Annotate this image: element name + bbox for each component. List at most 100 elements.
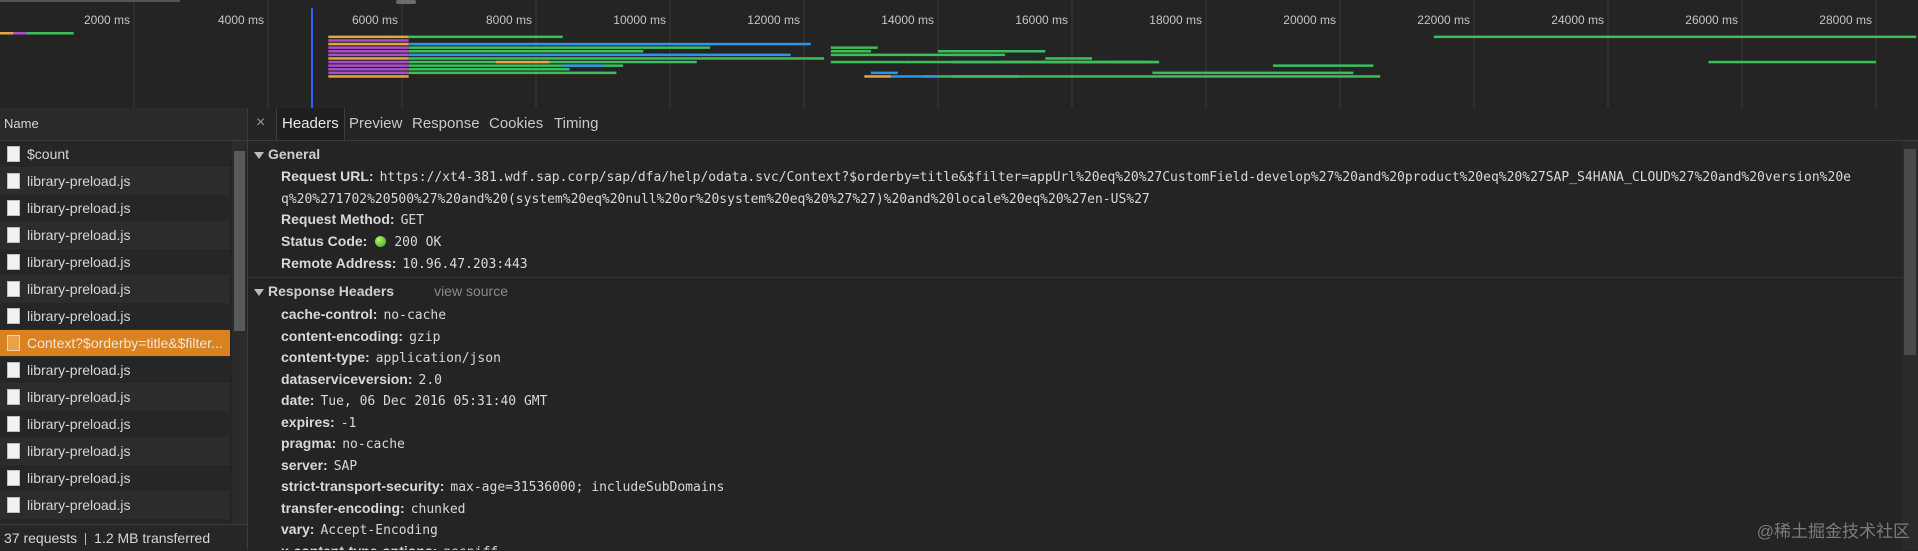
file-icon	[7, 200, 20, 216]
request-row[interactable]: library-preload.js	[0, 438, 230, 465]
request-list-scrollbar[interactable]	[232, 141, 247, 531]
tab-timing[interactable]: Timing	[554, 108, 598, 140]
watermark: @稀土掘金技术社区	[1756, 522, 1910, 541]
general-section-toggle[interactable]: General	[254, 146, 320, 162]
timeline-request-bar	[495, 60, 550, 64]
request-url-value: https://xt4-381.wdf.sap.corp/sap/dfa/hel…	[281, 170, 1851, 207]
timeline-request-bar	[1152, 71, 1354, 75]
request-list: $count library-preload.js library-preload.…	[0, 141, 230, 531]
tab-preview[interactable]: Preview	[349, 108, 402, 140]
timeline-request-bar	[864, 75, 892, 78]
timeline-request-bar	[891, 75, 938, 78]
response-header-row: dataserviceversion: 2.0	[281, 371, 442, 388]
request-row[interactable]: library-preload.js	[0, 384, 230, 411]
request-row[interactable]: library-preload.js	[0, 222, 230, 249]
close-icon[interactable]: ×	[256, 114, 265, 132]
request-row[interactable]: $count	[0, 141, 230, 168]
tab-cookies[interactable]: Cookies	[489, 108, 543, 140]
tab-response[interactable]: Response	[412, 108, 480, 140]
header-value: no-cache	[383, 308, 447, 323]
timeline-request-bar	[328, 71, 409, 75]
request-row[interactable]: library-preload.js	[0, 357, 230, 384]
request-row[interactable]: Context?$orderby=title&$filter...	[0, 330, 230, 357]
timeline-request-bar	[830, 60, 912, 64]
detail-scrollbar[interactable]	[1902, 141, 1918, 550]
request-row[interactable]: library-preload.js	[0, 276, 230, 303]
headers-content: General Request URL: https://xt4-381.wdf.…	[248, 141, 1902, 550]
header-name: dataserviceversion:	[281, 370, 413, 387]
timeline-request-bar	[328, 75, 409, 78]
section-divider	[248, 277, 1902, 278]
file-icon	[7, 281, 20, 297]
request-name: library-preload.js	[27, 200, 131, 216]
request-count: 37 requests	[4, 530, 78, 546]
tab-headers[interactable]: Headers	[276, 108, 345, 140]
timeline-tick-label: 14000 ms	[881, 13, 934, 27]
timeline-request-bar	[830, 50, 871, 53]
timeline-request-bar	[408, 42, 811, 46]
timeline-tick-label: 2000 ms	[84, 13, 130, 27]
timeline-request-bar	[871, 71, 898, 75]
view-source-link[interactable]: view source	[434, 283, 508, 299]
header-value: max-age=31536000; includeSubDomains	[450, 480, 725, 495]
request-list-panel: Name $count library-preload.js library-pre…	[0, 108, 248, 550]
request-name: $count	[27, 146, 70, 162]
response-header-row: vary: Accept-Encoding	[281, 521, 438, 538]
request-detail-panel: × Headers Preview Response Cookies Timin…	[248, 108, 1918, 550]
timeline-request-bar	[562, 64, 603, 67]
response-header-row: server: SAP	[281, 457, 357, 474]
timeline-request-bar	[0, 32, 14, 35]
detail-scrollbar-thumb[interactable]	[1904, 149, 1916, 355]
request-list-scrollbar-thumb[interactable]	[234, 151, 245, 331]
timeline-request-bar	[408, 50, 644, 53]
request-row[interactable]: library-preload.js	[0, 303, 230, 330]
timeline-request-bar	[1273, 64, 1374, 67]
timeline-request-bar	[408, 35, 563, 39]
timeline-request-bar	[408, 68, 570, 71]
request-row[interactable]: library-preload.js	[0, 195, 230, 222]
triangle-down-icon	[254, 288, 264, 296]
general-section-title: General	[268, 146, 321, 162]
remote-address-label: Remote Address:	[281, 255, 397, 271]
response-header-row: x-content-type-options: nosniff	[281, 543, 498, 551]
timeline-handle	[396, 0, 416, 4]
request-name: library-preload.js	[27, 362, 131, 378]
request-row[interactable]: library-preload.js	[0, 492, 230, 519]
timeline-range-bar	[0, 0, 180, 2]
header-value: Tue, 06 Dec 2016 05:31:40 GMT	[320, 394, 548, 409]
request-name: library-preload.js	[27, 497, 131, 513]
response-headers-section-toggle[interactable]: Response Headers view source	[254, 283, 508, 299]
response-header-row: transfer-encoding: chunked	[281, 500, 465, 517]
file-icon	[7, 173, 20, 189]
timeline-tick-label: 6000 ms	[352, 13, 398, 27]
header-name: cache-control:	[281, 306, 378, 322]
request-row[interactable]: library-preload.js	[0, 465, 230, 492]
request-row[interactable]: library-preload.js	[0, 411, 230, 438]
file-icon	[7, 416, 20, 432]
timeline-request-bar	[328, 35, 409, 39]
timeline-overview[interactable]: 2000 ms 4000 ms 6000 ms 8000 ms 10000 ms 1200…	[0, 0, 1918, 109]
timeline-request-bar	[26, 32, 74, 35]
header-name: server:	[281, 456, 328, 473]
request-row[interactable]: library-preload.js	[0, 168, 230, 195]
header-value: gzip	[409, 329, 441, 345]
header-value: -1	[340, 415, 357, 431]
name-column-header[interactable]: Name	[0, 108, 247, 141]
file-icon	[7, 254, 20, 270]
request-name: library-preload.js	[27, 227, 131, 243]
request-row[interactable]: library-preload.js	[0, 249, 230, 276]
transferred-size: 1.2 MB transferred	[94, 530, 211, 546]
request-name: library-preload.js	[27, 281, 131, 297]
file-icon	[7, 443, 20, 459]
header-value: nosniff	[443, 545, 498, 551]
file-icon	[7, 362, 20, 378]
request-url-label: Request URL:	[281, 168, 374, 184]
remote-address-value: 10.96.47.203:443	[402, 257, 528, 272]
timeline-tick-label: 22000 ms	[1417, 13, 1470, 27]
timeline-request-bar	[328, 57, 409, 60]
detail-tabs: × Headers Preview Response Cookies Timin…	[248, 108, 1918, 141]
status-code-value: 200 OK	[394, 235, 442, 250]
status-summary: 37 requests 1.2 MB transferred	[0, 524, 247, 550]
timeline-request-bar	[938, 50, 1046, 53]
timeline-request-bar	[328, 53, 409, 57]
